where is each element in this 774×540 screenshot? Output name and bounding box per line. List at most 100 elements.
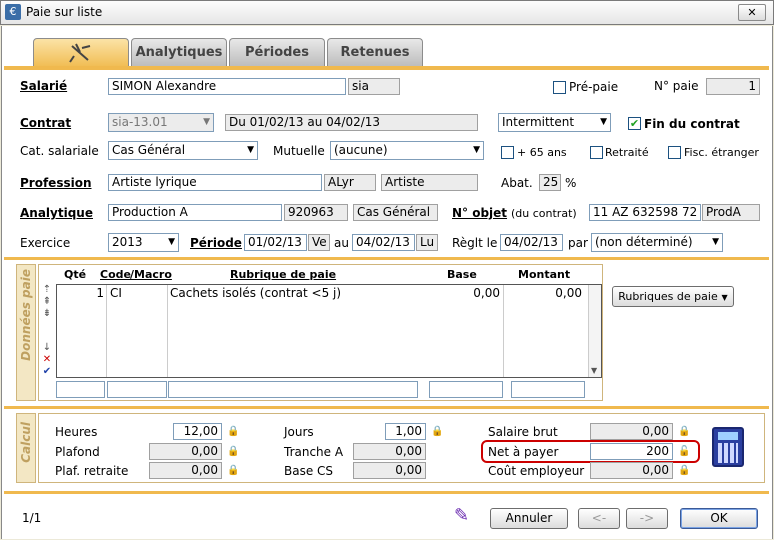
plus65-checkbox[interactable]: [501, 146, 514, 159]
grid-divider: [106, 285, 107, 377]
calculator-icon[interactable]: [712, 427, 744, 467]
jours-field[interactable]: 1,00: [385, 423, 426, 440]
heures-field[interactable]: 12,00: [173, 423, 222, 440]
move-down-icon[interactable]: ↓: [40, 342, 54, 354]
page-indicator: 1/1: [22, 511, 42, 525]
reglt-date-field[interactable]: 04/02/13: [500, 234, 563, 251]
plus65-label: + 65 ans: [517, 146, 567, 159]
col-qte: Qté: [64, 268, 87, 281]
validate-row-icon[interactable]: ✔: [40, 366, 54, 378]
calcul-side-label: Calcul: [19, 422, 33, 463]
net-label: Net à payer: [488, 445, 559, 459]
prepaie-checkbox[interactable]: [553, 81, 566, 94]
chevron-down-icon: ▼: [247, 145, 254, 155]
delete-row-icon[interactable]: ✕: [40, 354, 54, 366]
cout-employeur-label: Coût employeur: [488, 464, 585, 478]
periode-start-field[interactable]: 01/02/13: [244, 234, 307, 251]
col-montant: Montant: [518, 268, 571, 281]
cout-employeur-field: 0,00: [590, 462, 673, 479]
lock-icon[interactable]: 🔒: [227, 465, 239, 476]
au-label: au: [334, 236, 349, 250]
no-objet-code-field: ProdA: [702, 204, 760, 221]
cat-salariale-value: Cas Général: [112, 143, 186, 157]
move-bottom-icon[interactable]: ⇟: [40, 308, 54, 320]
new-qte-field[interactable]: [56, 381, 105, 398]
periode-end-field[interactable]: 04/02/13: [352, 234, 415, 251]
lock-icon[interactable]: 🔒: [678, 465, 690, 476]
new-code-field[interactable]: [107, 381, 167, 398]
donnees-sidebar: Données paie: [16, 264, 36, 401]
periode-start-day: Ve: [308, 234, 330, 251]
row-rubrique[interactable]: Cachets isolés (contrat <5 j): [170, 286, 341, 300]
grid-divider: [503, 285, 504, 377]
app-icon: €: [5, 4, 21, 20]
pencil-icon[interactable]: ✎: [454, 505, 474, 527]
par-label: par: [568, 236, 588, 250]
ok-button[interactable]: OK: [680, 508, 758, 529]
profession-code-field: ALyr: [324, 174, 376, 191]
exercice-value: 2013: [112, 235, 143, 249]
row-actions: ⇡ ⇞ ⇟ ↓ ✕ ✔: [40, 284, 54, 380]
mutuelle-dropdown[interactable]: (aucune) ▼: [330, 141, 484, 160]
calculator-screen: [718, 432, 738, 440]
row-montant[interactable]: 0,00: [508, 286, 582, 300]
next-button[interactable]: ->: [626, 508, 668, 529]
new-rubrique-field[interactable]: [168, 381, 418, 398]
rubriques-de-paie-button[interactable]: Rubriques de paie ▼: [612, 286, 734, 307]
tab-periodes[interactable]: Périodes: [229, 38, 325, 66]
annuler-button[interactable]: Annuler: [490, 508, 568, 529]
donnees-side-label: Données paie: [19, 269, 33, 361]
analytique-field[interactable]: Production A: [108, 204, 282, 221]
reglt-mode-dropdown[interactable]: (non déterminé) ▼: [591, 233, 723, 252]
col-macro: /Macro: [130, 268, 172, 281]
cat-salariale-dropdown[interactable]: Cas Général ▼: [108, 141, 258, 160]
close-button[interactable]: ✕: [738, 4, 766, 21]
exercice-dropdown[interactable]: 2013 ▼: [108, 233, 179, 252]
lock-icon[interactable]: 🔒: [227, 446, 239, 457]
profession-label: Profession: [20, 176, 92, 190]
plaf-retraite-field: 0,00: [149, 462, 222, 479]
net-field[interactable]: 200: [590, 443, 673, 460]
chevron-down-icon: ▼: [473, 145, 480, 155]
base-cs-label: Base CS: [284, 464, 334, 478]
plaf-retraite-label: Plaf. retraite: [55, 464, 129, 478]
chevron-down-icon: ▼: [712, 237, 719, 247]
tab-retenues[interactable]: Retenues: [327, 38, 423, 66]
new-montant-field[interactable]: [511, 381, 585, 398]
row-qte[interactable]: 1: [60, 286, 104, 300]
contrat-code: sia-13.01: [112, 115, 168, 129]
fisc-etranger-checkbox[interactable]: [668, 146, 681, 159]
contrat-type-dropdown[interactable]: Intermittent ▼: [498, 113, 611, 132]
lock-icon[interactable]: 🔒: [227, 426, 239, 437]
grid-divider: [167, 285, 168, 377]
retraite-checkbox[interactable]: [590, 146, 603, 159]
analytique-cat-field: Cas Général: [353, 204, 438, 221]
periode-label: Période: [190, 236, 242, 250]
scroll-down-icon[interactable]: ▼: [591, 366, 597, 375]
tranche-a-label: Tranche A: [284, 445, 344, 459]
title-bar: [0, 0, 774, 25]
col-code: Code: [100, 268, 131, 281]
profession-field[interactable]: Artiste lyrique: [108, 174, 322, 191]
lock-icon[interactable]: 🔒: [431, 426, 443, 437]
analytique-label: Analytique: [20, 206, 93, 220]
move-up-icon[interactable]: ⇡: [40, 284, 54, 296]
unlock-icon[interactable]: 🔓: [678, 446, 690, 457]
row-code[interactable]: CI: [110, 286, 122, 300]
new-base-field[interactable]: [429, 381, 503, 398]
tab-underline: [4, 66, 769, 70]
row-base[interactable]: 0,00: [430, 286, 500, 300]
chevron-down-icon: ▼: [600, 117, 607, 127]
fin-contrat-checkbox[interactable]: ✔: [628, 117, 641, 130]
previous-button[interactable]: <-: [578, 508, 620, 529]
plafond-field: 0,00: [149, 443, 222, 460]
grid-scrollbar[interactable]: ▼: [588, 285, 601, 377]
salarie-name-field[interactable]: SIMON Alexandre: [108, 78, 346, 95]
tab-analytiques[interactable]: Analytiques: [131, 38, 227, 66]
salaire-brut-label: Salaire brut: [488, 425, 558, 439]
cat-salariale-label: Cat. salariale: [20, 144, 99, 158]
no-objet-field[interactable]: 11 AZ 632598 72: [589, 204, 701, 221]
lock-icon[interactable]: 🔒: [678, 426, 690, 437]
tab-main[interactable]: [33, 38, 129, 66]
move-top-icon[interactable]: ⇞: [40, 296, 54, 308]
